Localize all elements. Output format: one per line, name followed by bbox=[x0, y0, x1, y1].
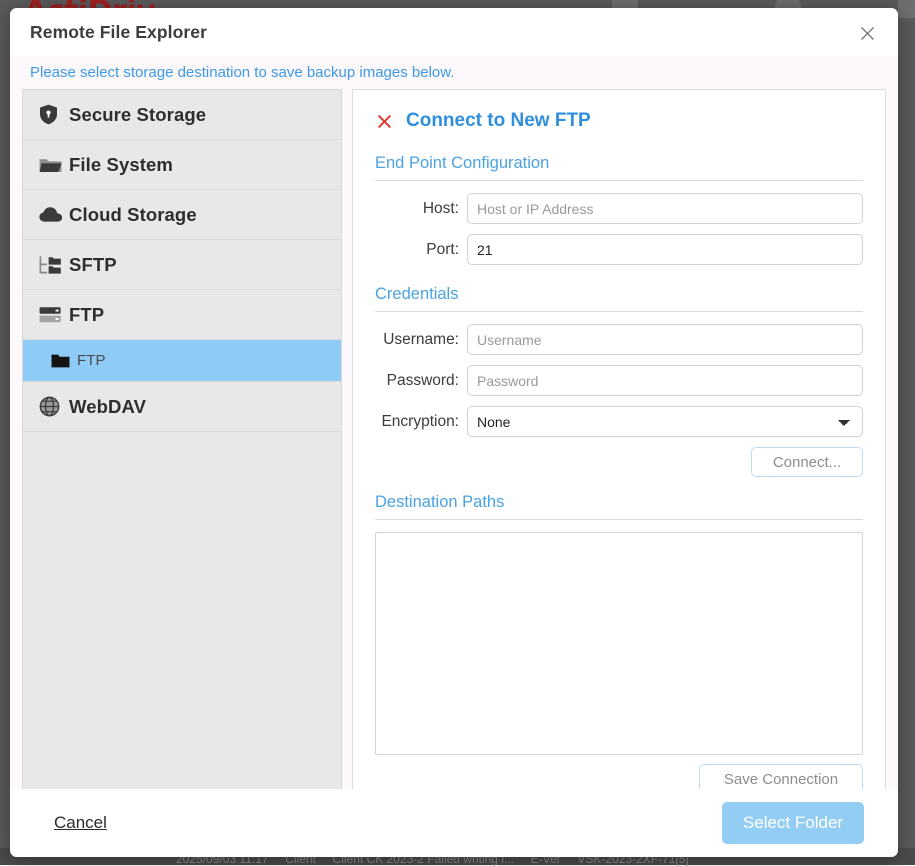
sidebar-item-file-system[interactable]: File System bbox=[23, 140, 341, 190]
server-icon bbox=[39, 306, 69, 324]
folder-open-icon bbox=[39, 155, 69, 174]
storage-destination-sidebar[interactable]: Secure Storage File System Cloud St bbox=[22, 89, 342, 789]
dialog-header: Remote File Explorer bbox=[10, 8, 898, 56]
dialog-subtitle: Please select storage destination to sav… bbox=[30, 64, 454, 81]
password-input[interactable] bbox=[467, 365, 863, 396]
username-input[interactable] bbox=[467, 324, 863, 355]
sidebar-item-label: WebDAV bbox=[69, 396, 146, 418]
cancel-link[interactable]: Cancel bbox=[54, 813, 107, 833]
username-row: Username: bbox=[375, 324, 863, 355]
port-row: Port: bbox=[375, 234, 863, 265]
host-input[interactable] bbox=[467, 193, 863, 224]
sidebar-item-ftp[interactable]: FTP bbox=[23, 290, 341, 340]
connect-button[interactable]: Connect... bbox=[751, 447, 863, 477]
sidebar-item-label: SFTP bbox=[69, 254, 117, 276]
sidebar-item-label: FTP bbox=[69, 304, 104, 326]
sidebar-item-secure-storage[interactable]: Secure Storage bbox=[23, 90, 341, 140]
sidebar-item-label: File System bbox=[69, 154, 173, 176]
page-title: Remote File Explorer bbox=[30, 22, 878, 43]
dialog-subtitle-band: Please select storage destination to sav… bbox=[10, 56, 898, 89]
background-toolbar-icon bbox=[898, 0, 915, 18]
sidebar-empty-area bbox=[23, 432, 341, 789]
panel-title: Connect to New FTP bbox=[406, 110, 591, 132]
credentials-section-heading: Credentials bbox=[375, 285, 863, 312]
encryption-select[interactable]: NoneExplicit FTP over TLSImplicit FTP ov… bbox=[467, 406, 863, 437]
password-row: Password: bbox=[375, 365, 863, 396]
sidebar-item-label: Secure Storage bbox=[69, 104, 206, 126]
sidebar-item-label: Cloud Storage bbox=[69, 204, 197, 226]
connect-button-row: Connect... bbox=[375, 447, 863, 477]
dialog-footer: Cancel Select Folder bbox=[10, 789, 898, 857]
sidebar-item-ftp-connection[interactable]: FTP bbox=[23, 340, 341, 382]
remote-file-explorer-dialog: Remote File Explorer Please select stora… bbox=[10, 8, 898, 857]
folder-icon bbox=[51, 353, 77, 369]
encryption-label: Encryption: bbox=[375, 413, 467, 431]
host-label: Host: bbox=[375, 200, 467, 218]
destination-section-heading: Destination Paths bbox=[375, 493, 863, 520]
port-label: Port: bbox=[375, 241, 467, 259]
dialog-body: Secure Storage File System Cloud St bbox=[10, 89, 898, 789]
close-icon[interactable] bbox=[854, 20, 880, 46]
folder-tree-icon bbox=[39, 255, 69, 275]
sidebar-item-label: FTP bbox=[77, 352, 106, 369]
save-connection-button[interactable]: Save Connection bbox=[699, 764, 863, 789]
save-connection-row: Save Connection bbox=[375, 764, 863, 789]
shield-lock-icon bbox=[39, 104, 69, 125]
globe-icon bbox=[39, 396, 69, 417]
red-x-icon[interactable] bbox=[377, 114, 392, 129]
sidebar-item-webdav[interactable]: WebDAV bbox=[23, 382, 341, 432]
port-input[interactable] bbox=[467, 234, 863, 265]
encryption-row: Encryption: NoneExplicit FTP over TLSImp… bbox=[375, 406, 863, 437]
select-folder-button[interactable]: Select Folder bbox=[722, 802, 864, 844]
host-row: Host: bbox=[375, 193, 863, 224]
username-label: Username: bbox=[375, 331, 467, 349]
cloud-icon bbox=[39, 206, 69, 223]
destination-paths-list[interactable] bbox=[375, 532, 863, 755]
sidebar-item-cloud-storage[interactable]: Cloud Storage bbox=[23, 190, 341, 240]
ftp-connection-panel: Connect to New FTP End Point Configurati… bbox=[352, 89, 886, 789]
panel-header: Connect to New FTP bbox=[377, 110, 863, 132]
endpoint-section-heading: End Point Configuration bbox=[375, 154, 863, 181]
password-label: Password: bbox=[375, 372, 467, 390]
sidebar-item-sftp[interactable]: SFTP bbox=[23, 240, 341, 290]
